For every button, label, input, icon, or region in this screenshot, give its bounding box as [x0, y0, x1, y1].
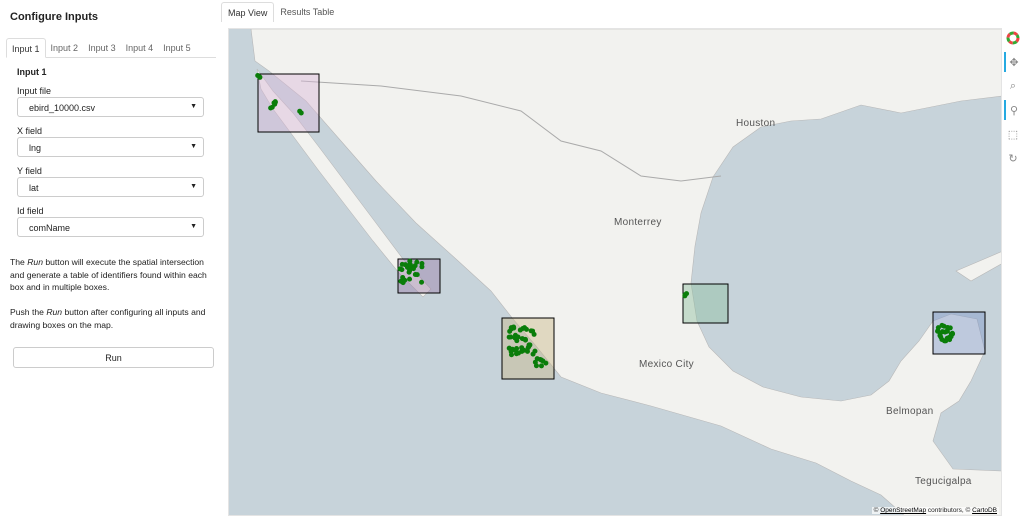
page-title: Configure Inputs — [10, 11, 98, 23]
id-field-value: comName — [29, 223, 71, 233]
x-field-label: X field — [17, 126, 43, 136]
caret-down-icon: ▼ — [190, 223, 197, 230]
observation-point — [682, 292, 688, 298]
pan-icon[interactable]: ✥ — [1004, 52, 1022, 72]
tab-input-2[interactable]: Input 2 — [46, 38, 84, 58]
input-file-select[interactable]: ebird_10000.csv ▼ — [17, 97, 204, 117]
observation-point — [514, 334, 520, 340]
observation-point — [269, 104, 275, 110]
observation-point — [297, 108, 303, 114]
observation-point — [515, 350, 521, 356]
observation-point — [939, 337, 945, 343]
map-toolbar: ✥ ⌕ ⚲ ⬚ ↻ — [1004, 28, 1024, 172]
tab-input-1[interactable]: Input 1 — [6, 38, 46, 58]
box-edit-icon[interactable]: ⬚ — [1004, 124, 1022, 144]
observation-point — [508, 334, 514, 340]
observation-point — [935, 325, 941, 331]
city-label-belmopan: Belmopan — [886, 406, 934, 417]
observation-point — [538, 363, 544, 369]
help-text-2: Push the Run button after configuring al… — [10, 307, 206, 330]
wheel-zoom-icon[interactable]: ⚲ — [1004, 100, 1022, 120]
tab-results-table[interactable]: Results Table — [274, 2, 340, 22]
run-button[interactable]: Run — [13, 347, 214, 368]
caret-down-icon: ▼ — [190, 183, 197, 190]
selection-box-1 — [257, 73, 320, 133]
observation-point — [526, 342, 532, 348]
land-cuba — [955, 251, 1001, 282]
input-file-label: Input file — [17, 86, 52, 96]
bokeh-logo-icon[interactable] — [1004, 28, 1022, 48]
observation-point — [523, 326, 529, 332]
tab-input-4[interactable]: Input 4 — [121, 38, 159, 58]
observation-point — [528, 328, 534, 334]
observation-point — [519, 336, 525, 342]
selection-box-4 — [682, 283, 729, 324]
city-label-houston: Houston — [736, 118, 776, 129]
observation-point — [257, 74, 263, 80]
sidebar: Configure Inputs Input 1 Input 2 Input 3… — [0, 0, 222, 529]
observation-point — [412, 272, 418, 278]
observation-point — [519, 345, 525, 351]
map-attribution: © OpenStreetMap contributors, © CartoDB — [871, 507, 999, 514]
land-mainland — [250, 29, 1001, 515]
city-label-monterrey: Monterrey — [614, 217, 662, 228]
input-file-value: ebird_10000.csv — [29, 103, 96, 113]
caret-down-icon: ▼ — [190, 103, 197, 110]
reset-icon[interactable]: ↻ — [1004, 148, 1022, 168]
observation-point — [533, 363, 539, 369]
id-field-label: Id field — [17, 206, 44, 216]
id-field-select[interactable]: comName ▼ — [17, 217, 204, 237]
observation-point — [532, 348, 538, 354]
observation-point — [419, 264, 425, 270]
observation-point — [407, 276, 413, 282]
x-field-value: lng — [29, 143, 42, 153]
observation-point — [407, 258, 413, 264]
observation-point — [402, 262, 408, 268]
observation-point — [947, 325, 953, 331]
observation-point — [543, 360, 549, 366]
x-field-select[interactable]: lng ▼ — [17, 137, 204, 157]
observation-point — [517, 327, 523, 333]
observation-point — [397, 266, 403, 272]
observation-point — [419, 279, 425, 285]
observation-point — [940, 329, 946, 335]
tab-input-5[interactable]: Input 5 — [158, 38, 196, 58]
main-tabs: Map View Results Table — [221, 2, 340, 22]
observation-point — [948, 331, 954, 337]
input-tabs: Input 1 Input 2 Input 3 Input 4 Input 5 — [6, 38, 216, 58]
y-field-select[interactable]: lat ▼ — [17, 177, 204, 197]
tab-map-view[interactable]: Map View — [221, 2, 275, 22]
section-title: Input 1 — [17, 67, 47, 77]
observation-point — [508, 326, 514, 332]
observation-point — [414, 259, 420, 265]
osm-link[interactable]: OpenStreetMap — [880, 507, 926, 514]
y-field-label: Y field — [17, 166, 42, 176]
box-zoom-icon[interactable]: ⌕ — [1004, 76, 1022, 96]
help-text-1: The Run button will execute the spatial … — [10, 257, 207, 292]
city-label-mexico-city: Mexico City — [639, 359, 694, 370]
caret-down-icon: ▼ — [190, 143, 197, 150]
y-field-value: lat — [29, 183, 39, 193]
map[interactable]: Houston Monterrey Mexico City Belmopan T… — [228, 28, 1002, 516]
tab-input-3[interactable]: Input 3 — [83, 38, 121, 58]
observation-point — [508, 349, 514, 355]
observation-point — [272, 99, 278, 105]
city-label-tegucigalpa: Tegucigalpa — [915, 476, 972, 487]
observation-point — [407, 267, 413, 273]
map-basemap — [250, 29, 1001, 515]
cartodb-link[interactable]: CartoDB — [972, 507, 997, 514]
observation-point — [402, 277, 408, 283]
